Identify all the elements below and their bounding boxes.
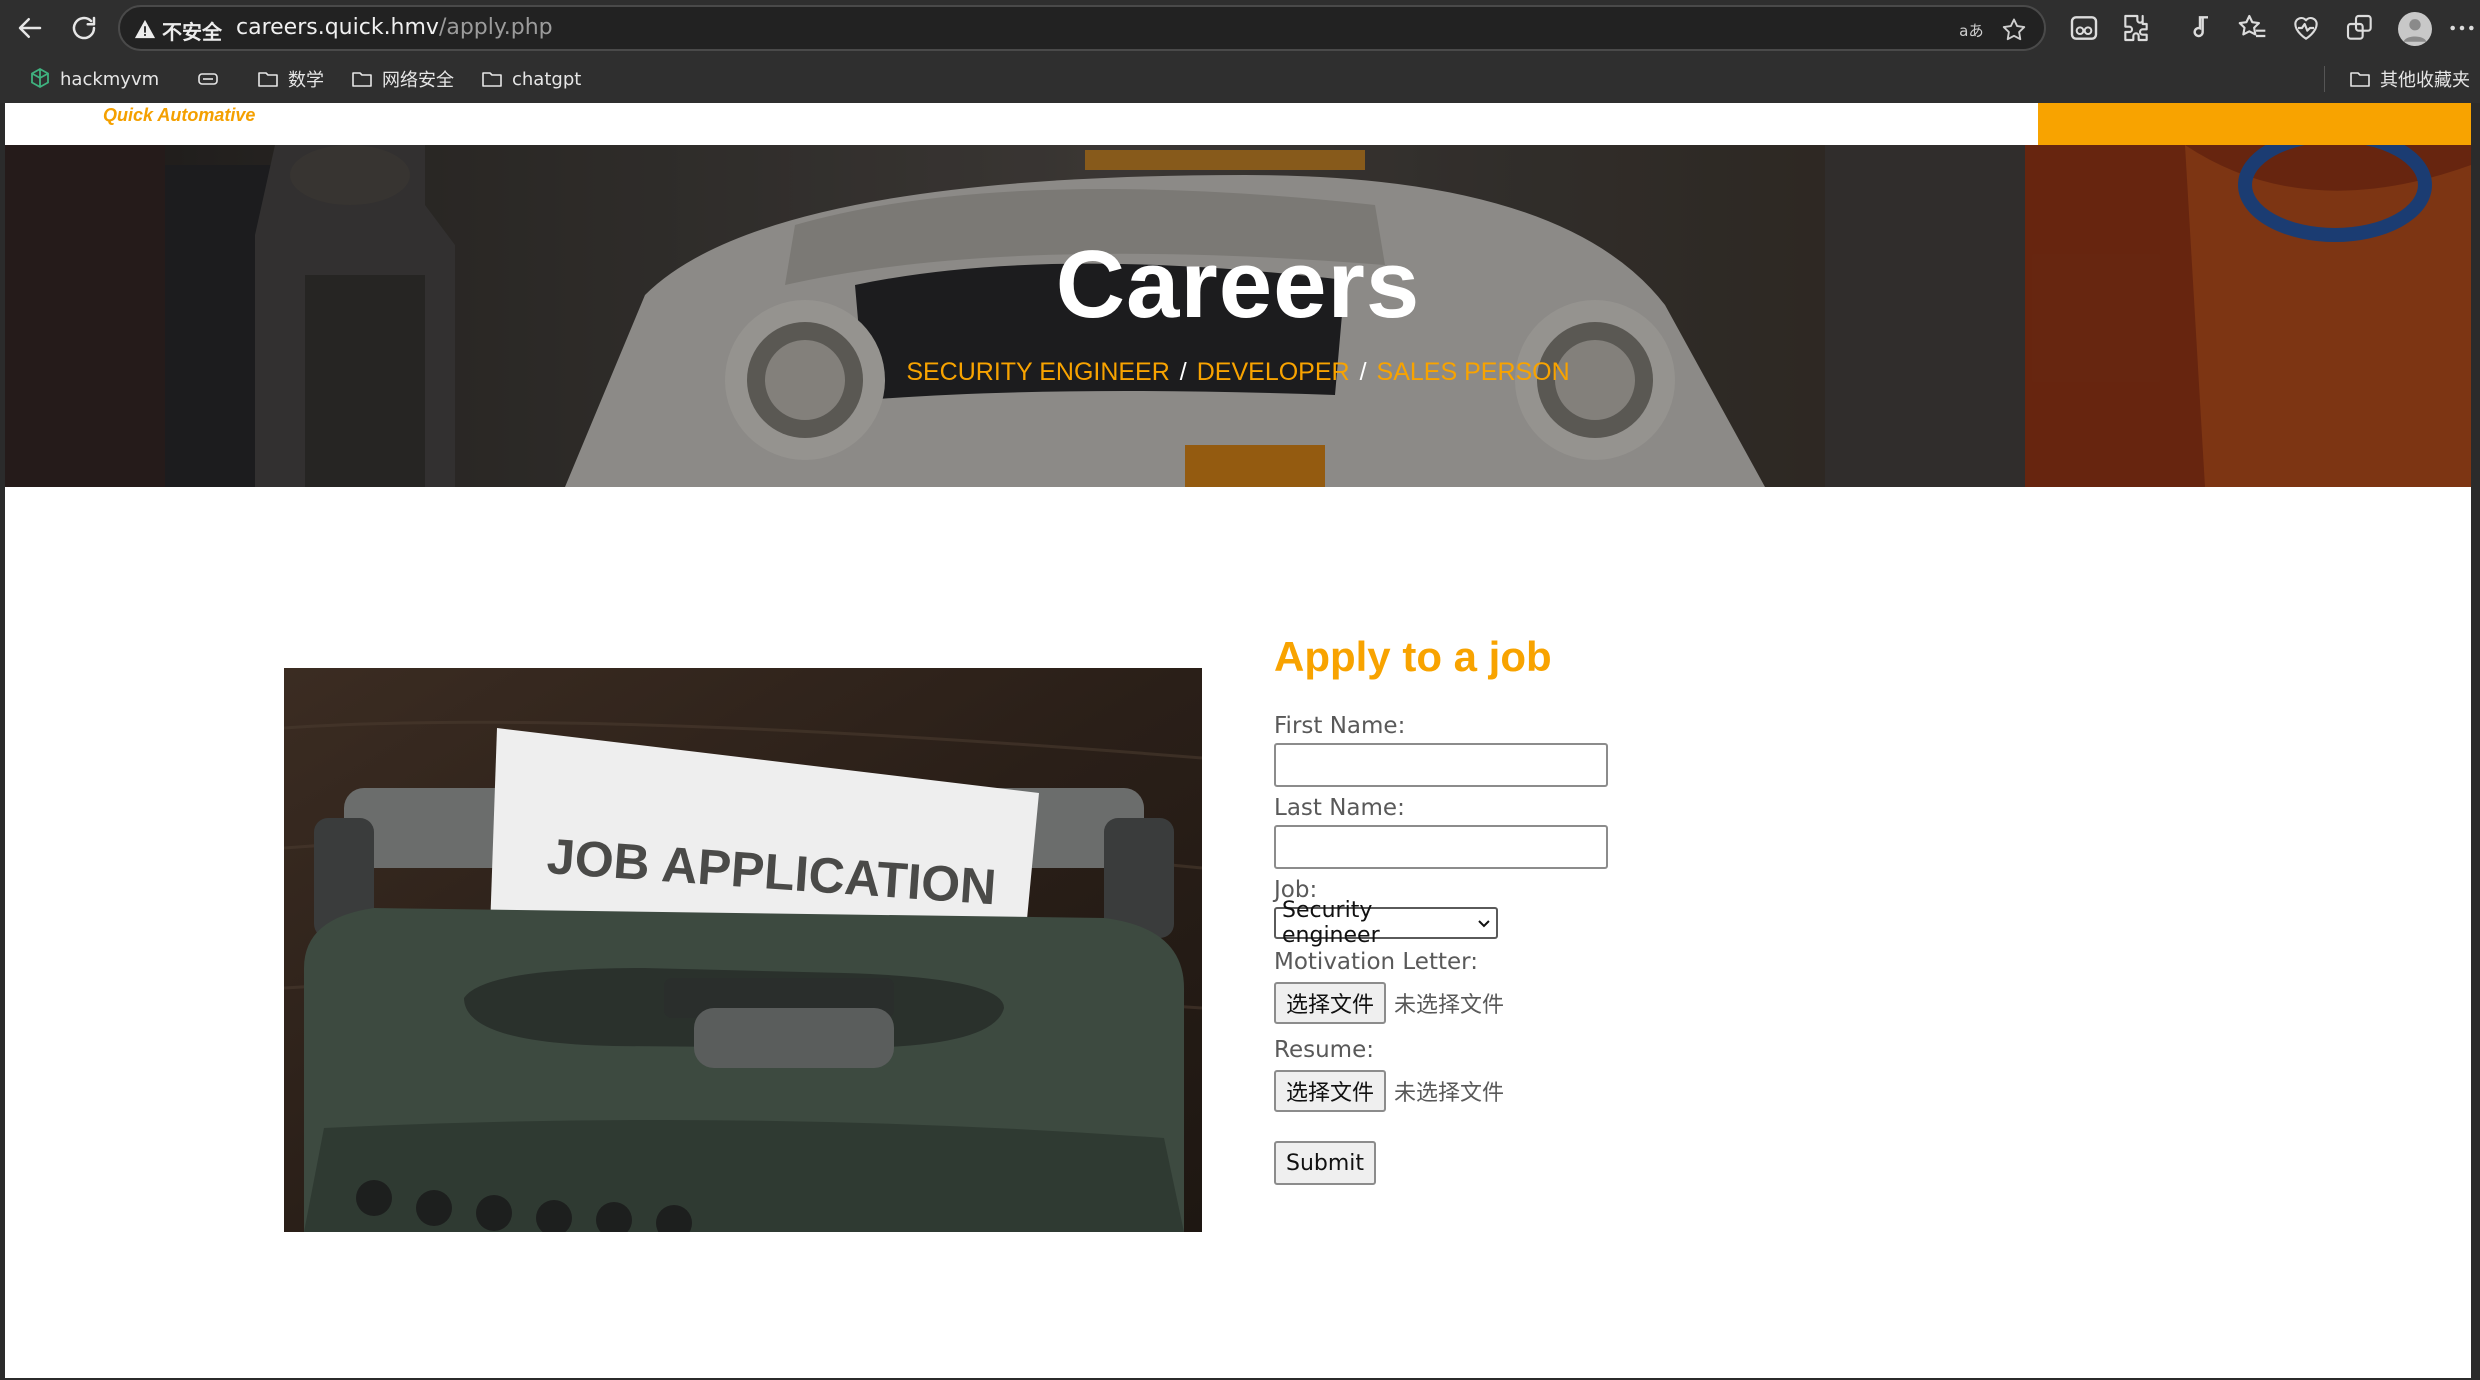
media-icon[interactable] <box>2184 12 2216 44</box>
hero-title: Careers <box>1055 231 1421 338</box>
link-security-engineer[interactable]: SECURITY ENGINEER <box>906 358 1169 386</box>
browser-chrome: 不安全 careers.quick.hmv/apply.php aあ hackm… <box>0 0 2480 103</box>
favorites-icon[interactable] <box>2236 12 2268 44</box>
motivation-choose-file-button[interactable]: 选择文件 <box>1274 982 1387 1024</box>
last-name-input[interactable] <box>1274 825 1608 869</box>
job-select-value: Security engineer <box>1282 898 1380 948</box>
hero-banner: Careers SECURITY ENGINEER / DEVELOPER / SALE… <box>5 145 2471 487</box>
reload-icon <box>72 16 96 40</box>
first-name-label: First Name: <box>1274 713 1406 739</box>
other-bookmarks-label: 其他收藏夹 <box>2380 70 2470 91</box>
url-text[interactable]: careers.quick.hmv/apply.php <box>236 15 553 40</box>
motivation-letter-file-input: 选择文件 未选择文件 <box>1274 979 1974 1027</box>
motivation-letter-label: Motivation Letter: <box>1274 949 1478 975</box>
resume-label: Resume: <box>1274 1037 1374 1063</box>
bookmark-label: 数学 <box>288 70 324 91</box>
health-icon[interactable] <box>2290 12 2322 44</box>
star-icon[interactable] <box>2000 16 2028 44</box>
resume-choose-file-button[interactable]: 选择文件 <box>1274 1070 1387 1112</box>
page-viewport: Quick Automative Careers SECURITY ENGINE… <box>5 103 2471 1378</box>
svg-text:aあ: aあ <box>1959 22 1983 40</box>
navbar-accent-block <box>2038 103 2471 145</box>
address-bar[interactable]: 不安全 careers.quick.hmv/apply.php aあ <box>118 5 2046 51</box>
crumb-separator: / <box>1359 358 1367 386</box>
motivation-file-status: 未选择文件 <box>1394 993 1505 1018</box>
reload-button[interactable] <box>64 8 104 48</box>
folder-icon <box>2350 72 2370 87</box>
chevron-down-icon <box>1478 920 1490 928</box>
bookmark-folder-math[interactable]: 数学 <box>256 64 324 94</box>
crumb-separator: / <box>1179 358 1187 386</box>
link-developer[interactable]: DEVELOPER <box>1197 358 1350 386</box>
form-heading: Apply to a job <box>1274 633 1552 680</box>
back-button[interactable] <box>10 8 50 48</box>
site-logo[interactable]: Quick Automative <box>103 105 255 126</box>
job-select[interactable]: Security engineer <box>1274 898 1498 948</box>
bookmarks-bar: hackmyvm 数学 网络安全 chatgpt 其他收藏夹 <box>0 58 2480 100</box>
bookmark-label: chatgpt <box>512 68 582 90</box>
bookmark-hackmyvm[interactable]: hackmyvm <box>28 64 159 94</box>
tab-icon <box>198 73 218 85</box>
url-host: careers.quick.hmv <box>236 15 439 40</box>
job-application-image: JOB APPLICATION <box>284 668 1202 1232</box>
warning-icon <box>134 19 156 39</box>
bookmark-label: hackmyvm <box>60 68 160 90</box>
bookmark-folder-security[interactable]: 网络安全 <box>350 64 454 94</box>
folder-icon <box>482 72 502 87</box>
link-sales-person[interactable]: SALES PERSON <box>1377 358 1570 386</box>
resume-file-status: 未选择文件 <box>1394 1081 1505 1106</box>
folder-icon <box>258 72 278 87</box>
folder-icon <box>352 72 372 87</box>
hackmyvm-favicon-icon <box>31 67 49 89</box>
job-category-links: SECURITY ENGINEER / DEVELOPER / SALES PERSON <box>5 358 2471 387</box>
reading-mode-icon[interactable] <box>2068 12 2100 44</box>
apply-form: Apply to a job First Name: Last Name: Jo… <box>1274 633 1974 1185</box>
other-bookmarks[interactable]: 其他收藏夹 <box>2348 64 2470 94</box>
extensions-icon[interactable] <box>2120 12 2152 44</box>
more-icon[interactable] <box>2446 12 2478 44</box>
profile-avatar[interactable] <box>2398 12 2432 46</box>
last-name-label: Last Name: <box>1274 795 1405 821</box>
resume-file-input: 选择文件 未选择文件 <box>1274 1067 1974 1115</box>
bookmarks-divider <box>2324 66 2325 92</box>
url-path: /apply.php <box>438 15 553 40</box>
site-navbar: Quick Automative <box>5 103 2471 145</box>
bookmark-app[interactable] <box>196 64 220 94</box>
collections-icon[interactable] <box>2344 12 2376 44</box>
arrow-left-icon <box>18 18 42 38</box>
typewriter-illustration: JOB APPLICATION <box>284 668 1202 1232</box>
translate-icon[interactable]: aあ <box>1958 16 1986 44</box>
bookmark-folder-chatgpt[interactable]: chatgpt <box>480 64 581 94</box>
first-name-input[interactable] <box>1274 743 1608 787</box>
person-icon <box>2403 19 2427 42</box>
submit-button[interactable]: Submit <box>1274 1141 1377 1185</box>
security-label[interactable]: 不安全 <box>162 16 222 45</box>
bookmark-label: 网络安全 <box>382 70 454 91</box>
